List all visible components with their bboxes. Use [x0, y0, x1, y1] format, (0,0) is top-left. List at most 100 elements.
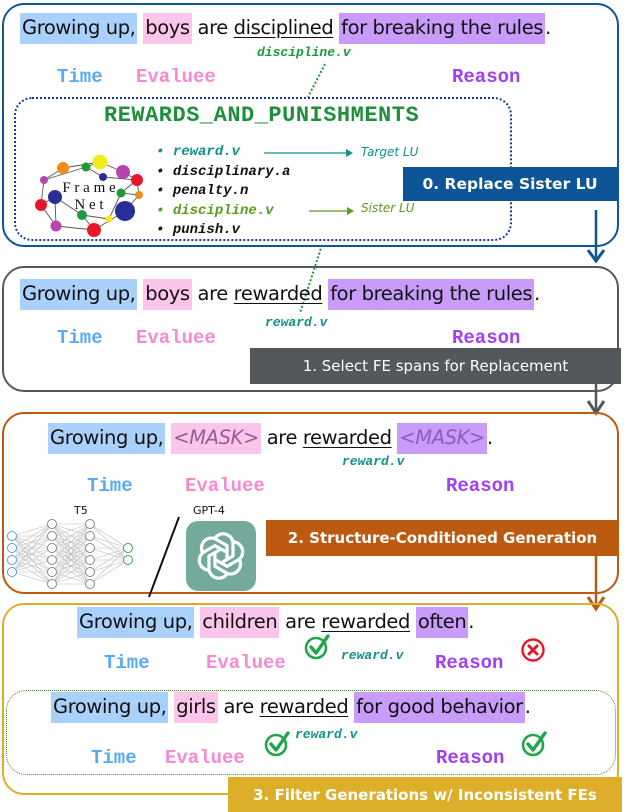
- replaced-sentence: Growing up, boys are rewarded for breaki…: [20, 279, 540, 310]
- fe-span-evaluee: boys: [143, 13, 192, 44]
- target-word: rewarded: [233, 282, 323, 305]
- framenet-logo: F r a m e N e t: [35, 154, 143, 237]
- fe-label-time: Time: [91, 747, 137, 769]
- step-1-label: 1. Select FE spans for Replacement: [250, 348, 621, 384]
- fe-span-reason: for breaking the rules: [339, 13, 546, 44]
- network-node: [85, 519, 95, 529]
- network-node: [47, 531, 57, 541]
- network-node: [7, 555, 17, 565]
- fe-label-time: Time: [57, 66, 103, 88]
- network-edge: [11, 571, 53, 585]
- target-word: rewarded: [259, 695, 349, 718]
- fe-label-reason: Reason: [436, 747, 505, 769]
- fe-span-reason: often: [415, 607, 469, 638]
- fe-span-evaluee: boys: [143, 279, 192, 310]
- target-word: rewarded: [302, 426, 392, 449]
- fe-span-time: Growing up,: [51, 692, 169, 723]
- check-icon-evaluee: [264, 731, 290, 757]
- sentence-end: .: [524, 695, 531, 718]
- gpt4-label: GPT-4: [193, 504, 225, 517]
- lu-item: • penalty.n: [156, 183, 249, 199]
- fe-label-evaluee: Evaluee: [165, 747, 245, 769]
- step-3-label: 3. Filter Generations w/ Inconsistent FE…: [228, 777, 622, 812]
- network-node: [123, 543, 133, 553]
- network-node: [47, 567, 57, 577]
- target-word: rewarded: [321, 610, 411, 633]
- network-node: [47, 579, 57, 589]
- sister-lu-arrow-icon: [309, 207, 354, 215]
- fe-label-time: Time: [87, 475, 133, 497]
- network-node: [85, 579, 95, 589]
- svg-text:N e t: N e t: [74, 197, 104, 213]
- step-0-label: 0. Replace Sister LU: [403, 167, 617, 201]
- sentence-end: .: [534, 282, 540, 305]
- network-edge: [11, 523, 53, 561]
- network-node: [85, 531, 95, 541]
- masked-sentence: Growing up, <MASK> are rewarded <MASK>.: [48, 423, 493, 454]
- fe-span-time: Growing up,: [77, 607, 195, 638]
- frame-title: REWARDS_AND_PUNISHMENTS: [104, 103, 420, 128]
- sentence-end: .: [468, 610, 475, 633]
- t5-network-icon: [7, 519, 133, 589]
- fe-span-evaluee: girls: [174, 692, 218, 723]
- lexical-unit-label: reward.v: [295, 727, 358, 742]
- fe-span-time: Growing up,: [20, 13, 138, 44]
- cross-icon-reason: [521, 638, 545, 662]
- mask-token-reason: <MASK>: [397, 423, 487, 454]
- network-node: [85, 543, 95, 553]
- network-node: [7, 543, 17, 553]
- network-node: [85, 555, 95, 565]
- network-edge: [11, 523, 53, 537]
- lexical-unit-label: reward.v: [341, 648, 404, 663]
- fe-label-evaluee: Evaluee: [185, 475, 265, 497]
- fe-span-reason: for breaking the rules: [328, 279, 535, 310]
- generation-1-sentence: Growing up, children are rewarded often.: [77, 607, 475, 638]
- fe-label-reason: Reason: [452, 66, 521, 88]
- slash-divider: [148, 516, 180, 598]
- lexical-unit-label: reward.v: [342, 454, 405, 469]
- fe-label-evaluee: Evaluee: [136, 66, 216, 88]
- network-edge: [89, 559, 129, 585]
- lu-item: • disciplinary.a: [156, 163, 291, 180]
- network-node: [123, 555, 133, 565]
- fe-span-reason: for good behavior: [354, 692, 525, 723]
- network-node: [47, 543, 57, 553]
- sentence-end: .: [545, 16, 551, 39]
- t5-label: T5: [74, 504, 88, 517]
- generation-2-sentence: Growing up, girls are rewarded for good …: [51, 692, 531, 723]
- network-node: [47, 555, 57, 565]
- fe-span-evaluee: children: [200, 607, 280, 638]
- sentence-word: are: [197, 282, 229, 305]
- network-edge: [89, 535, 129, 549]
- lu-item: • punish.v: [156, 222, 241, 238]
- fe-span-time: Growing up,: [48, 423, 166, 454]
- sister-lu-note: Sister LU: [361, 201, 415, 215]
- fe-span-time: Growing up,: [20, 279, 138, 310]
- network-edge: [89, 547, 129, 585]
- check-icon-evaluee: [304, 634, 330, 660]
- network-node: [85, 567, 95, 577]
- lexical-unit-label: discipline.v: [257, 45, 351, 60]
- target-lu-note: Target LU: [361, 145, 419, 159]
- sentence-word: are: [223, 695, 254, 718]
- fe-label-reason: Reason: [446, 475, 515, 497]
- network-node: [7, 567, 17, 577]
- svg-text:F r a m e: F r a m e: [62, 180, 116, 196]
- mask-token-evaluee: <MASK>: [171, 423, 261, 454]
- network-edge: [89, 523, 129, 549]
- lexical-unit-label: reward.v: [265, 315, 328, 330]
- fe-label-time: Time: [57, 327, 103, 349]
- openai-logo-icon: [186, 521, 256, 591]
- sentence-word: are: [197, 16, 229, 39]
- target-lu-arrow-icon: [264, 149, 353, 157]
- sentence-word: are: [266, 426, 298, 449]
- lu-item-sister: • discipline.v: [156, 202, 274, 219]
- network-node: [7, 531, 17, 541]
- original-sentence: Growing up, boys are disciplined for bre…: [20, 13, 551, 44]
- fe-label-reason: Reason: [435, 652, 504, 674]
- fe-label-reason: Reason: [452, 327, 521, 349]
- check-icon-reason: [521, 731, 547, 757]
- target-word: disciplined: [233, 16, 334, 39]
- fe-label-time: Time: [104, 652, 150, 674]
- step-2-label: 2. Structure-Conditioned Generation: [266, 520, 619, 556]
